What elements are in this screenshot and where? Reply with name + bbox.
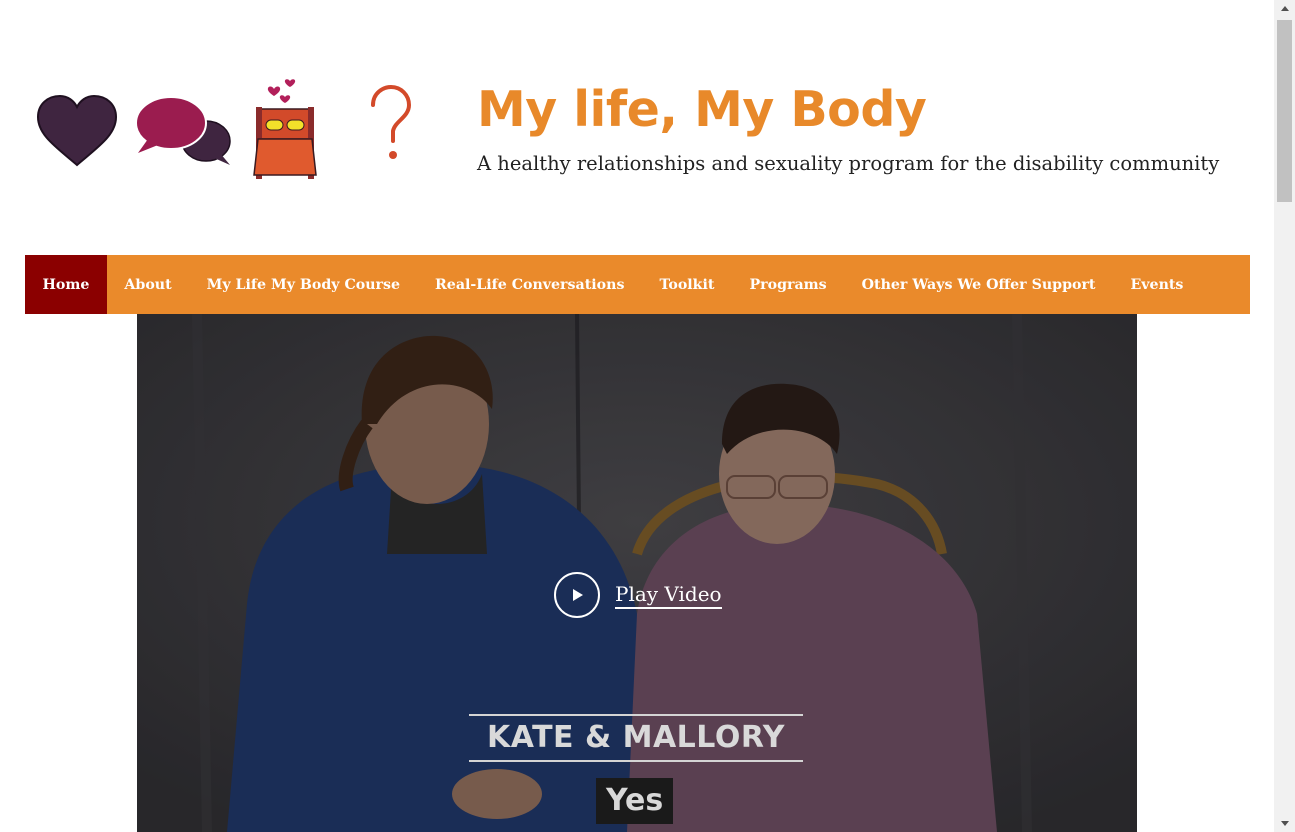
nav-item-label: Events: [1130, 276, 1184, 293]
nav-item-label: Programs: [749, 276, 827, 293]
video-caption: Yes: [596, 778, 674, 824]
nav-item-label: About: [124, 276, 172, 293]
play-icon: [554, 572, 600, 618]
scroll-thumb[interactable]: [1277, 20, 1292, 202]
site-tagline: A healthy relationships and sexuality pr…: [477, 152, 1220, 175]
nav-item-conversations[interactable]: Real-Life Conversations: [418, 255, 642, 314]
nav-item-label: Home: [42, 276, 90, 293]
nav-item-label: My Life My Body Course: [206, 276, 400, 293]
speech-bubbles-icon: [135, 96, 231, 165]
nav-item-home[interactable]: Home: [25, 255, 107, 314]
nav-item-label: Toolkit: [659, 276, 715, 293]
nav-item-label: Real-Life Conversations: [435, 276, 625, 293]
nav-item-toolkit[interactable]: Toolkit: [642, 255, 732, 314]
main-nav: Home About My Life My Body Course Real-L…: [25, 255, 1250, 314]
nav-item-course[interactable]: My Life My Body Course: [189, 255, 417, 314]
nav-item-events[interactable]: Events: [1113, 255, 1201, 314]
site-title[interactable]: My life, My Body: [477, 80, 927, 140]
video-player[interactable]: Play Video KATE & MALLORY Yes: [137, 314, 1137, 832]
nav-item-label: Other Ways We Offer Support: [861, 276, 1096, 293]
bed-icon: [253, 79, 317, 179]
heart-icon: [36, 95, 118, 167]
nav-item-programs[interactable]: Programs: [732, 255, 844, 314]
play-video-button[interactable]: Play Video: [554, 572, 722, 618]
nav-item-support[interactable]: Other Ways We Offer Support: [844, 255, 1113, 314]
play-video-label: Play Video: [615, 582, 722, 609]
scroll-up-arrow-icon[interactable]: [1274, 0, 1295, 17]
question-mark-icon: [371, 85, 412, 159]
site-logo[interactable]: [30, 75, 440, 190]
nav-item-about[interactable]: About: [107, 255, 189, 314]
page-scrollbar[interactable]: [1274, 0, 1295, 832]
scroll-down-arrow-icon[interactable]: [1274, 815, 1295, 832]
video-name-card: KATE & MALLORY: [469, 714, 803, 762]
